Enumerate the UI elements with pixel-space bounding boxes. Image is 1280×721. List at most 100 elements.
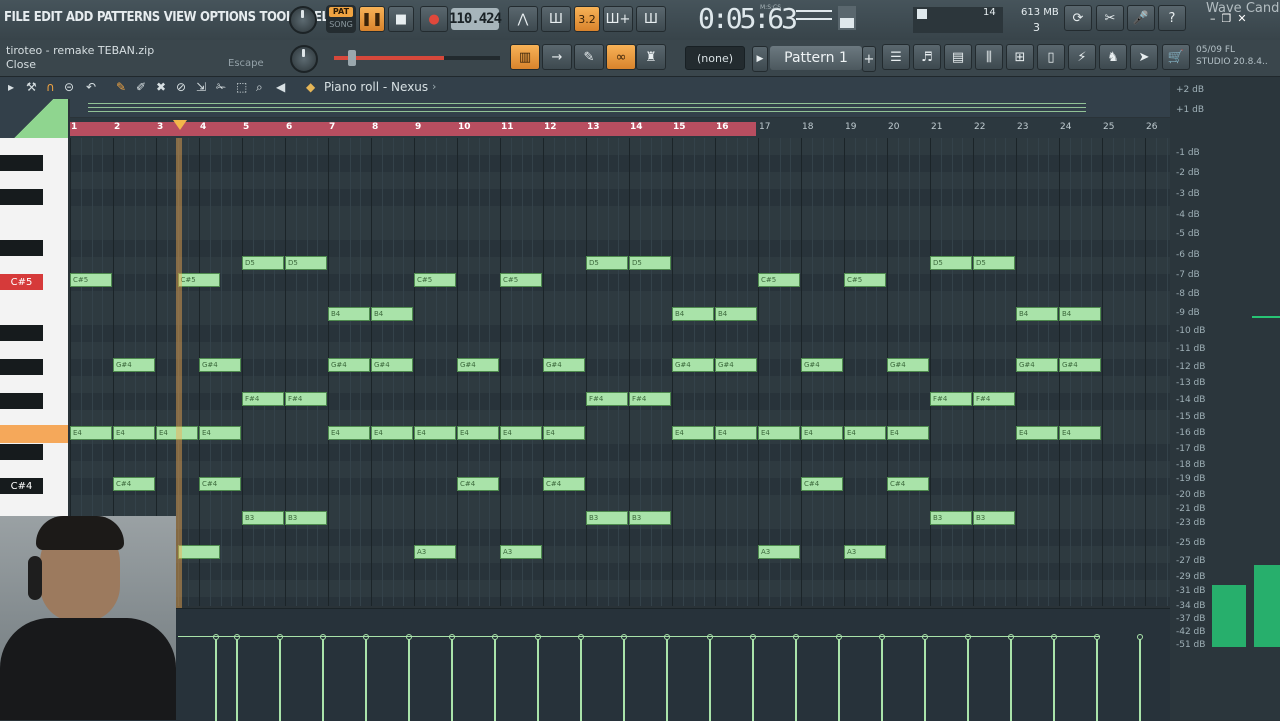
note[interactable]: G#4 <box>715 358 757 372</box>
plugin-button[interactable]: ⚡ <box>1068 44 1096 70</box>
master-slider[interactable] <box>334 50 500 66</box>
piano-roll-view-button[interactable]: ▥ <box>510 44 540 70</box>
note[interactable]: G#4 <box>1059 358 1101 372</box>
note[interactable]: D5 <box>285 256 327 270</box>
shop-button[interactable]: 🛒 <box>1162 44 1190 70</box>
note[interactable]: E4 <box>70 426 112 440</box>
black-key[interactable] <box>0 359 43 375</box>
note[interactable]: A3 <box>844 545 886 559</box>
note[interactable]: E4 <box>371 426 413 440</box>
channel-arrow-icon[interactable]: ◆ <box>306 80 315 94</box>
velocity-bar[interactable] <box>578 634 584 721</box>
note[interactable]: E4 <box>1059 426 1101 440</box>
record-audio-button[interactable]: 🎤 <box>1127 5 1155 31</box>
mute-tool-icon[interactable]: ⊘ <box>176 80 186 94</box>
note[interactable]: G#4 <box>328 358 370 372</box>
menu-edit[interactable]: EDIT <box>34 10 63 25</box>
note[interactable]: G#4 <box>113 358 155 372</box>
pause-button[interactable]: ❚❚ <box>359 6 385 32</box>
slip-tool-icon[interactable]: ⇲ <box>196 80 206 94</box>
delete-tool-icon[interactable]: ✖ <box>156 80 166 94</box>
menu-file[interactable]: FILE <box>4 10 30 25</box>
note[interactable]: F#4 <box>242 392 284 406</box>
loop-record-button[interactable]: Ш <box>636 6 666 32</box>
master-volume-knob[interactable] <box>289 6 317 34</box>
note[interactable]: B3 <box>586 511 628 525</box>
undo-history-button[interactable]: ⟳ <box>1064 5 1092 31</box>
note[interactable]: G#4 <box>672 358 714 372</box>
note[interactable]: G#4 <box>543 358 585 372</box>
velocity-bar[interactable] <box>1051 634 1057 721</box>
brush-tool-icon[interactable]: ✐ <box>136 80 146 94</box>
note[interactable]: E4 <box>801 426 843 440</box>
draw-mode-button[interactable]: ✎ <box>574 44 604 70</box>
note[interactable]: B3 <box>973 511 1015 525</box>
wait-input-button[interactable]: Ш <box>541 6 571 32</box>
note-overview[interactable] <box>70 99 1170 117</box>
note[interactable]: C#5 <box>414 273 456 287</box>
timeline-ruler[interactable] <box>70 118 1170 138</box>
note[interactable]: E4 <box>1016 426 1058 440</box>
velocity-bar[interactable] <box>1094 634 1100 721</box>
note[interactable]: G#4 <box>887 358 929 372</box>
velocity-bar[interactable] <box>449 634 455 721</box>
velocity-lane[interactable] <box>70 608 1170 721</box>
tempo-display[interactable]: 110.424 <box>449 8 502 30</box>
note[interactable]: C#5 <box>177 273 220 287</box>
note[interactable]: F#4 <box>586 392 628 406</box>
velocity-bar[interactable] <box>922 634 928 721</box>
velocity-bar[interactable] <box>879 634 885 721</box>
snap-selector[interactable]: (none) <box>685 46 745 70</box>
note[interactable]: C#5 <box>70 273 112 287</box>
note[interactable]: A3 <box>414 545 456 559</box>
menu-options[interactable]: OPTIONS <box>200 10 256 25</box>
note[interactable]: F#4 <box>285 392 327 406</box>
velocity-bar[interactable] <box>621 634 627 721</box>
velocity-bar[interactable] <box>406 634 412 721</box>
velocity-bar[interactable] <box>320 634 326 721</box>
black-key[interactable] <box>0 240 43 256</box>
channel-rack-button[interactable]: ▤ <box>944 44 972 70</box>
velocity-bar[interactable] <box>277 634 283 721</box>
note[interactable]: C#5 <box>844 273 886 287</box>
link-button[interactable]: ∞ <box>606 44 636 70</box>
magnet-icon[interactable]: ∩ <box>46 80 55 94</box>
zoom-corner[interactable] <box>0 99 68 138</box>
zoom-tool-icon[interactable]: ⌕ <box>256 80 263 95</box>
expand-icon[interactable]: ▸ <box>8 80 14 94</box>
note[interactable]: B3 <box>629 511 671 525</box>
velocity-bar[interactable] <box>1137 634 1143 721</box>
velocity-bar[interactable] <box>1008 634 1014 721</box>
note[interactable]: B4 <box>371 307 413 321</box>
master-pitch-knob[interactable] <box>290 45 318 73</box>
note[interactable]: B4 <box>672 307 714 321</box>
tempo-tapper-button[interactable]: ♞ <box>1099 44 1127 70</box>
project-button[interactable]: ▯ <box>1037 44 1065 70</box>
pattern-prev-button[interactable]: ▶ <box>752 46 768 72</box>
note[interactable]: C#5 <box>500 273 542 287</box>
touch-button[interactable]: ➤ <box>1130 44 1158 70</box>
note[interactable]: G#4 <box>199 358 241 372</box>
note[interactable]: B3 <box>242 511 284 525</box>
help-button[interactable]: ? <box>1158 5 1186 31</box>
note[interactable]: E4 <box>414 426 456 440</box>
note[interactable]: D5 <box>242 256 284 270</box>
note[interactable]: C#4 <box>199 477 241 491</box>
note[interactable]: D5 <box>930 256 972 270</box>
note-grid[interactable]: C#5 C#5 D5 D5 C#5 C#5 D5 D5 C#5 C#5 D5 D5 B4 B4 B4 B4 B4… <box>70 138 1170 606</box>
note[interactable]: C#4 <box>887 477 929 491</box>
note[interactable]: B4 <box>715 307 757 321</box>
piano-keyboard[interactable]: C#5 C#4 <box>0 138 68 516</box>
slice-tool-icon[interactable]: ✁ <box>216 80 226 94</box>
note[interactable]: F#4 <box>973 392 1015 406</box>
note[interactable]: A3 <box>758 545 800 559</box>
note[interactable]: D5 <box>973 256 1015 270</box>
note[interactable] <box>177 545 220 559</box>
note[interactable]: C#4 <box>543 477 585 491</box>
note[interactable]: E4 <box>543 426 585 440</box>
step-button[interactable]: → <box>542 44 572 70</box>
maximize-icon[interactable]: ❐ <box>1222 12 1232 26</box>
note[interactable]: C#4 <box>113 477 155 491</box>
playhead-marker[interactable] <box>173 120 187 130</box>
note[interactable]: C#4 <box>801 477 843 491</box>
